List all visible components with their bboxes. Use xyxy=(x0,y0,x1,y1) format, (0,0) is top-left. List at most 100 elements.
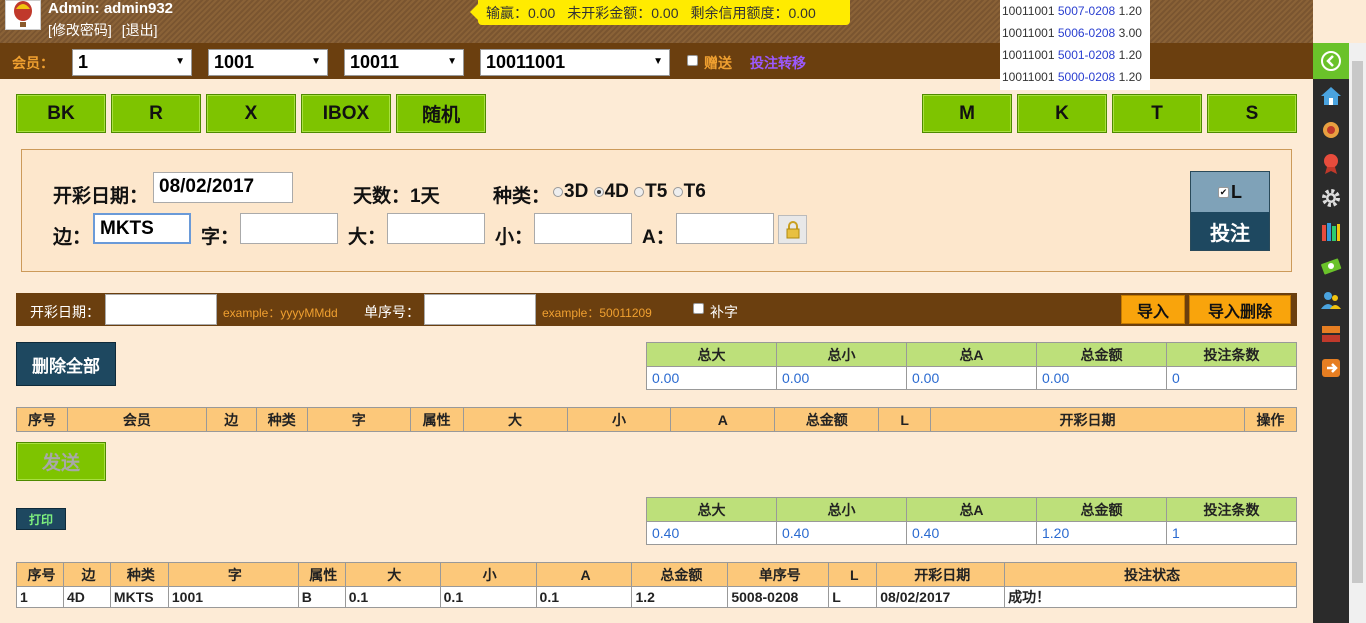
scrollbar-thumb[interactable] xyxy=(1352,61,1363,583)
order-number-example: example：50011209 xyxy=(542,306,652,320)
report-icon[interactable] xyxy=(1313,317,1349,351)
column-header: 开彩日期 xyxy=(930,407,1245,432)
random-button[interactable]: 随机 xyxy=(396,94,486,133)
print-button[interactable]: 打印 xyxy=(16,508,66,530)
bet-button[interactable]: 投注 xyxy=(1191,212,1269,250)
radio-t6[interactable] xyxy=(672,186,683,197)
dropdown-arrow-icon: ▼ xyxy=(653,56,663,67)
award-icon[interactable] xyxy=(1313,147,1349,181)
t-button[interactable]: T xyxy=(1112,94,1202,133)
vertical-scrollbar[interactable] xyxy=(1349,43,1366,623)
a-input[interactable] xyxy=(676,213,774,244)
column-header: 大 xyxy=(462,407,568,432)
l-checkbox-icon[interactable]: ✔ xyxy=(1218,186,1229,198)
summary-header: 投注条数 xyxy=(1166,497,1297,522)
da-input[interactable] xyxy=(387,213,485,244)
import-date-input[interactable] xyxy=(105,294,217,325)
cell: B xyxy=(297,586,346,608)
badge-icon[interactable] xyxy=(1313,113,1349,147)
ibox-button[interactable]: IBOX xyxy=(301,94,391,133)
gift-checkbox[interactable] xyxy=(687,55,698,66)
xiao-input[interactable] xyxy=(534,213,632,244)
money-icon[interactable] xyxy=(1313,249,1349,283)
column-header: 序号 xyxy=(16,562,64,587)
column-header: 种类 xyxy=(255,407,308,432)
buzi-checkbox[interactable] xyxy=(693,303,704,314)
home-icon[interactable] xyxy=(1313,79,1349,113)
type-label: 种类： xyxy=(493,186,551,207)
select-value: 1 xyxy=(78,52,89,72)
column-header: 大 xyxy=(344,562,441,587)
zi-input[interactable] xyxy=(240,213,338,244)
summary-header: 总金额 xyxy=(1036,497,1167,522)
member-select-1[interactable]: 1 ▼ xyxy=(72,49,192,76)
bian-input[interactable]: MKTS xyxy=(93,213,191,244)
summary-value: 0.40 xyxy=(646,521,777,545)
summary-value: 0.40 xyxy=(776,521,907,545)
dropdown-arrow-icon: ▼ xyxy=(175,56,185,67)
column-header: A xyxy=(535,562,633,587)
gear-icon[interactable] xyxy=(1313,181,1349,215)
cell: 1 xyxy=(16,586,64,608)
balloon-logo-icon xyxy=(5,0,41,30)
ticker-item: 10011001 5007-0208 1.20 xyxy=(1002,4,1142,18)
member-select-3[interactable]: 10011 ▼ xyxy=(344,49,464,76)
column-header: 种类 xyxy=(109,562,169,587)
logout-link[interactable]: [退出] xyxy=(122,22,158,38)
radio-t5[interactable] xyxy=(634,186,645,197)
order-number-input[interactable] xyxy=(424,294,536,325)
cell: 4D xyxy=(62,586,111,608)
draw-date-input[interactable]: 08/02/2017 xyxy=(153,172,293,203)
dropdown-arrow-icon: ▼ xyxy=(447,56,457,67)
member-select-4[interactable]: 10011001 ▼ xyxy=(480,49,670,76)
summary-header: 总大 xyxy=(646,497,777,522)
x-button[interactable]: X xyxy=(206,94,296,133)
draw-date-label: 开彩日期： xyxy=(53,186,149,207)
radio-4d-label: 4D xyxy=(604,181,629,202)
radio-3d[interactable] xyxy=(553,186,563,197)
member-select-2[interactable]: 1001 ▼ xyxy=(208,49,328,76)
bet-submit-box: ✔ L 投注 xyxy=(1190,171,1270,251)
send-button[interactable]: 发送 xyxy=(16,442,106,481)
buzi-label: 补字 xyxy=(710,304,738,320)
bian-label: 边： xyxy=(53,227,92,248)
m-button[interactable]: M xyxy=(922,94,1012,133)
k-button[interactable]: K xyxy=(1017,94,1107,133)
column-header: 单序号 xyxy=(727,562,830,587)
exit-icon[interactable] xyxy=(1313,351,1349,385)
ticker-item: 10011001 5000-0208 1.20 xyxy=(1002,70,1142,84)
balance-box: 输赢：0.00 未开彩金额：0.00 剩余信用额度：0.00 xyxy=(470,0,850,25)
users-icon[interactable] xyxy=(1313,283,1349,317)
column-header: L xyxy=(878,407,932,432)
import-button[interactable]: 导入 xyxy=(1121,295,1185,324)
column-header: 总金额 xyxy=(774,407,880,432)
s-button[interactable]: S xyxy=(1207,94,1297,133)
summary-value: 0.00 xyxy=(906,366,1037,390)
summary-header: 总金额 xyxy=(1036,342,1167,367)
books-icon[interactable] xyxy=(1313,215,1349,249)
summary-value: 0.00 xyxy=(1036,366,1167,390)
column-header: 小 xyxy=(439,562,537,587)
lock-icon[interactable] xyxy=(778,215,807,244)
right-sidebar xyxy=(1313,43,1349,623)
result-table: 序号 边 种类 字 属性 大 小 A 总金额 单序号 L 开彩日期 投注状态 1… xyxy=(16,562,1297,608)
import-delete-button[interactable]: 导入删除 xyxy=(1189,295,1291,324)
r-button[interactable]: R xyxy=(111,94,201,133)
type-radio-group: 3D 4D T5 T6 xyxy=(553,181,706,203)
l-option[interactable]: ✔ L xyxy=(1191,172,1269,212)
bet-transfer-link[interactable]: 投注转移 xyxy=(750,53,806,73)
summary-header: 总A xyxy=(906,497,1037,522)
bk-button[interactable]: BK xyxy=(16,94,106,133)
summary-header: 投注条数 xyxy=(1166,342,1297,367)
column-header: 属性 xyxy=(409,407,464,432)
column-header: A xyxy=(670,407,776,432)
column-header: 开彩日期 xyxy=(876,562,1006,587)
column-header: 投注状态 xyxy=(1004,562,1297,587)
collapse-arrow-icon[interactable] xyxy=(1313,43,1349,79)
delete-all-button[interactable]: 删除全部 xyxy=(16,342,116,386)
radio-4d[interactable] xyxy=(593,186,604,197)
column-header: 总金额 xyxy=(631,562,729,587)
change-password-link[interactable]: [修改密码] xyxy=(48,22,112,38)
column-header: 边 xyxy=(205,407,257,432)
cell: 0.1 xyxy=(535,586,633,608)
